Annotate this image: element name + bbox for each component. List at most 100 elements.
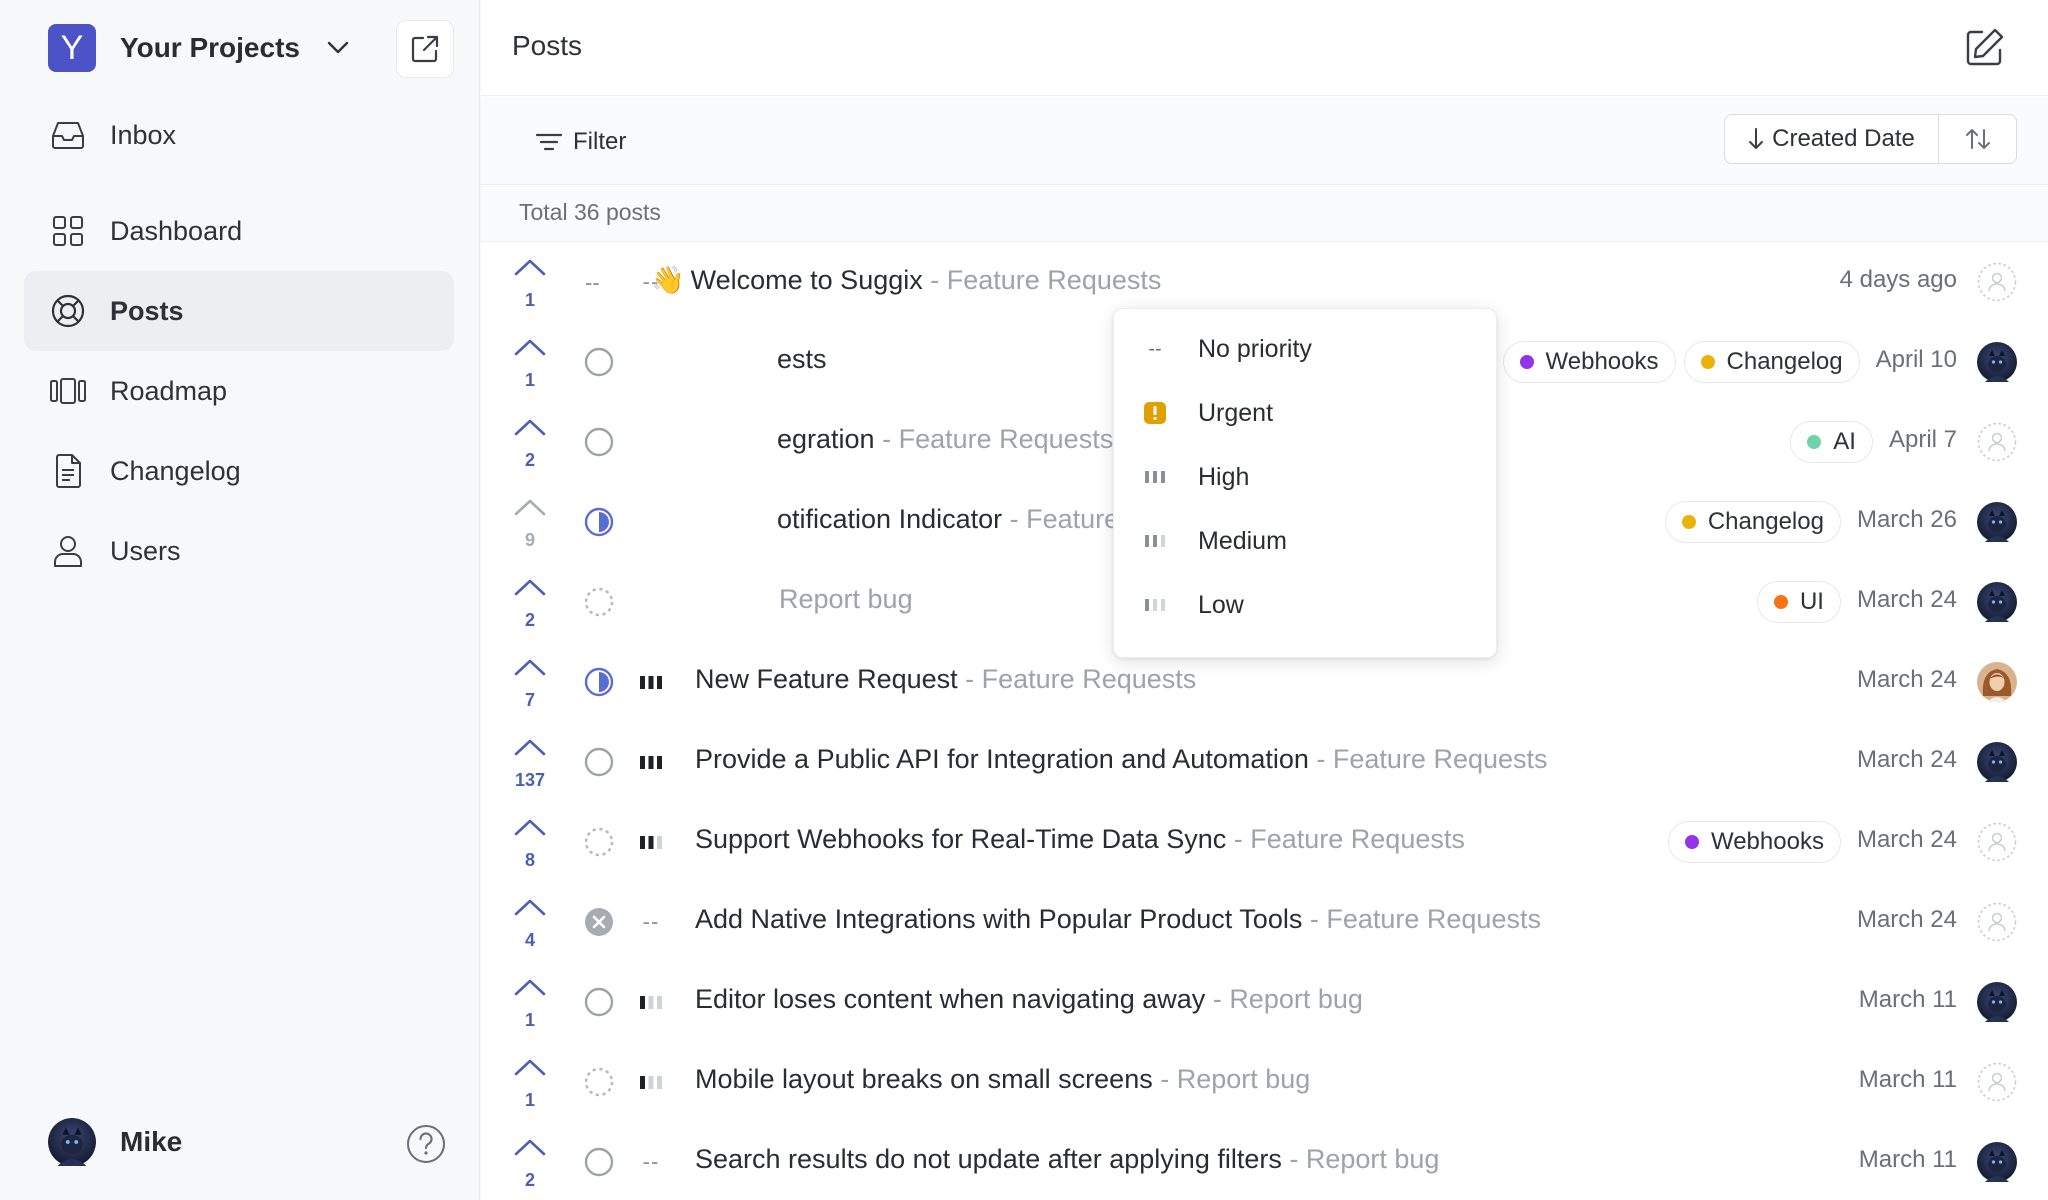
table-row[interactable]: 137 Provide a Public API for Integration … [481,722,2048,802]
help-icon[interactable] [406,1124,446,1164]
unassigned-avatar-icon[interactable] [1977,262,2017,302]
sidebar-item-changelog[interactable]: Changelog [24,431,454,511]
tag-chip[interactable]: AI [1790,421,1873,463]
vote-count: 7 [524,690,535,710]
post-title-link[interactable]: Support Webhooks for Real-Time Data Sync… [695,824,1465,855]
post-title-link[interactable]: Report bug [779,584,913,615]
sidebar-item-inbox[interactable]: Inbox [24,95,454,175]
table-row[interactable]: 4 -- Add Native Integrations with Popular … [481,882,2048,962]
post-title: otification Indicator [777,504,1003,534]
table-row[interactable]: 2 -- Search results do not update after ap… [481,1122,2048,1200]
table-row[interactable]: 1 Mobile layout breaks on small screens -… [481,1042,2048,1122]
status-backlog-icon[interactable] [581,584,617,620]
priority-low-icon[interactable] [631,986,671,1018]
post-title-link[interactable]: Mobile layout breaks on small screens - … [695,1064,1310,1095]
user-profile[interactable]: Mike [48,1118,182,1166]
tag-chip[interactable]: Webhooks [1667,821,1841,863]
project-switcher[interactable]: Y Your Projects [48,24,352,72]
status-open-icon[interactable] [581,1144,617,1180]
chevron-up-icon [514,339,546,356]
priority-option-medium[interactable]: Medium [1114,509,1498,573]
post-title-link[interactable]: ests [777,344,827,375]
post-title: Mobile layout breaks on small screens [695,1064,1153,1094]
assignee-avatar[interactable] [1977,342,2017,382]
status-open-icon[interactable] [581,344,617,380]
no-priority-icon[interactable]: -- [631,1146,671,1178]
assignee-avatar[interactable] [1977,582,2017,622]
upvote-button[interactable]: 7 [497,642,563,722]
priority-dropdown: -- No priority Urgent High Medium Low [1113,308,1497,658]
sidebar-item-roadmap[interactable]: Roadmap [24,351,454,431]
priority-option-high[interactable]: High [1114,445,1498,509]
title-separator: - [1226,824,1251,854]
priority-low-icon[interactable] [631,1066,671,1098]
priority-medium-icon [1142,528,1168,554]
sidebar-item-users[interactable]: Users [24,511,454,591]
tag-chip[interactable]: UI [1756,581,1841,623]
status-open-icon[interactable] [581,744,617,780]
priority-option-none[interactable]: -- No priority [1114,317,1498,381]
unassigned-avatar-icon[interactable] [1977,822,2017,862]
sidebar-item-dashboard[interactable]: Dashboard [24,191,454,271]
upvote-button[interactable]: 9 [497,482,563,562]
compose-icon[interactable] [1962,26,2006,70]
status-cancelled-icon[interactable] [581,904,617,940]
post-title-link[interactable]: New Feature Request - Feature Requests [695,664,1196,695]
sort-field-button[interactable]: Created Date [1725,115,1938,163]
upvote-button[interactable]: 1 [497,1042,563,1122]
assignee-avatar[interactable] [1977,502,2017,542]
status-open-icon[interactable] [581,424,617,460]
sort-direction-toggle[interactable] [1938,115,2016,163]
assignee-avatar[interactable] [1977,742,2017,782]
upvote-button[interactable]: 1 [497,962,563,1042]
post-title-link[interactable]: Add Native Integrations with Popular Pro… [695,904,1541,935]
upvote-button[interactable]: 2 [497,402,563,482]
status-in-progress-icon[interactable] [581,504,617,540]
post-title-link[interactable]: egration - Feature Requests [777,424,1113,455]
upvote-button[interactable]: 1 [497,322,563,402]
priority-option-urgent[interactable]: Urgent [1114,381,1498,445]
priority-high-icon[interactable] [631,746,671,778]
table-row[interactable]: 1 Editor loses content when navigating aw… [481,962,2048,1042]
open-external-button[interactable] [396,20,454,78]
status-open-icon[interactable] [581,984,617,1020]
upvote-button[interactable]: 137 [497,722,563,802]
priority-medium-icon[interactable] [631,826,671,858]
board-name: Feature Requests [1250,824,1465,854]
unassigned-avatar-icon[interactable] [1977,902,2017,942]
post-title-link[interactable]: 👋 Welcome to Suggix - Feature Requests [651,264,1161,296]
tag-label: Webhooks [1545,348,1659,375]
priority-high-icon[interactable] [631,666,671,698]
tag-chip[interactable]: Webhooks [1502,341,1676,383]
created-date: March 24 [1856,746,1957,773]
assignee-avatar[interactable] [1977,662,2017,702]
priority-option-low[interactable]: Low [1114,573,1498,637]
assignee-avatar[interactable] [1977,982,2017,1022]
no-priority-icon[interactable]: -- [631,906,671,938]
tag-chip[interactable]: Changelog [1664,501,1841,543]
status-in-progress-icon[interactable] [581,664,617,700]
status-backlog-icon[interactable] [581,824,617,860]
tag-chip[interactable]: Changelog [1683,341,1860,383]
post-title: Editor loses content when navigating awa… [695,984,1206,1014]
upvote-button[interactable]: 1 [497,242,563,322]
status-backlog-icon[interactable] [581,1064,617,1100]
filter-button[interactable]: Filter [535,125,626,159]
upvote-button[interactable]: 2 [497,1122,563,1200]
status-none[interactable]: -- [581,264,617,300]
vote-count: 1 [524,1010,535,1030]
user-name: Mike [120,1126,183,1157]
post-title-link[interactable]: Search results do not update after apply… [695,1144,1439,1175]
chevron-up-icon [514,259,546,276]
assignee-avatar[interactable] [1977,1142,2017,1182]
sort-arrows-icon [1965,129,1990,149]
unassigned-avatar-icon[interactable] [1977,1062,2017,1102]
table-row[interactable]: 8 Support Webhooks for Real-Time Data Syn… [481,802,2048,882]
upvote-button[interactable]: 2 [497,562,563,642]
unassigned-avatar-icon[interactable] [1977,422,2017,462]
post-title-link[interactable]: Editor loses content when navigating awa… [695,984,1363,1015]
upvote-button[interactable]: 4 [497,882,563,962]
post-title-link[interactable]: Provide a Public API for Integration and… [695,744,1548,775]
sidebar-item-posts[interactable]: Posts [24,271,454,351]
upvote-button[interactable]: 8 [497,802,563,882]
